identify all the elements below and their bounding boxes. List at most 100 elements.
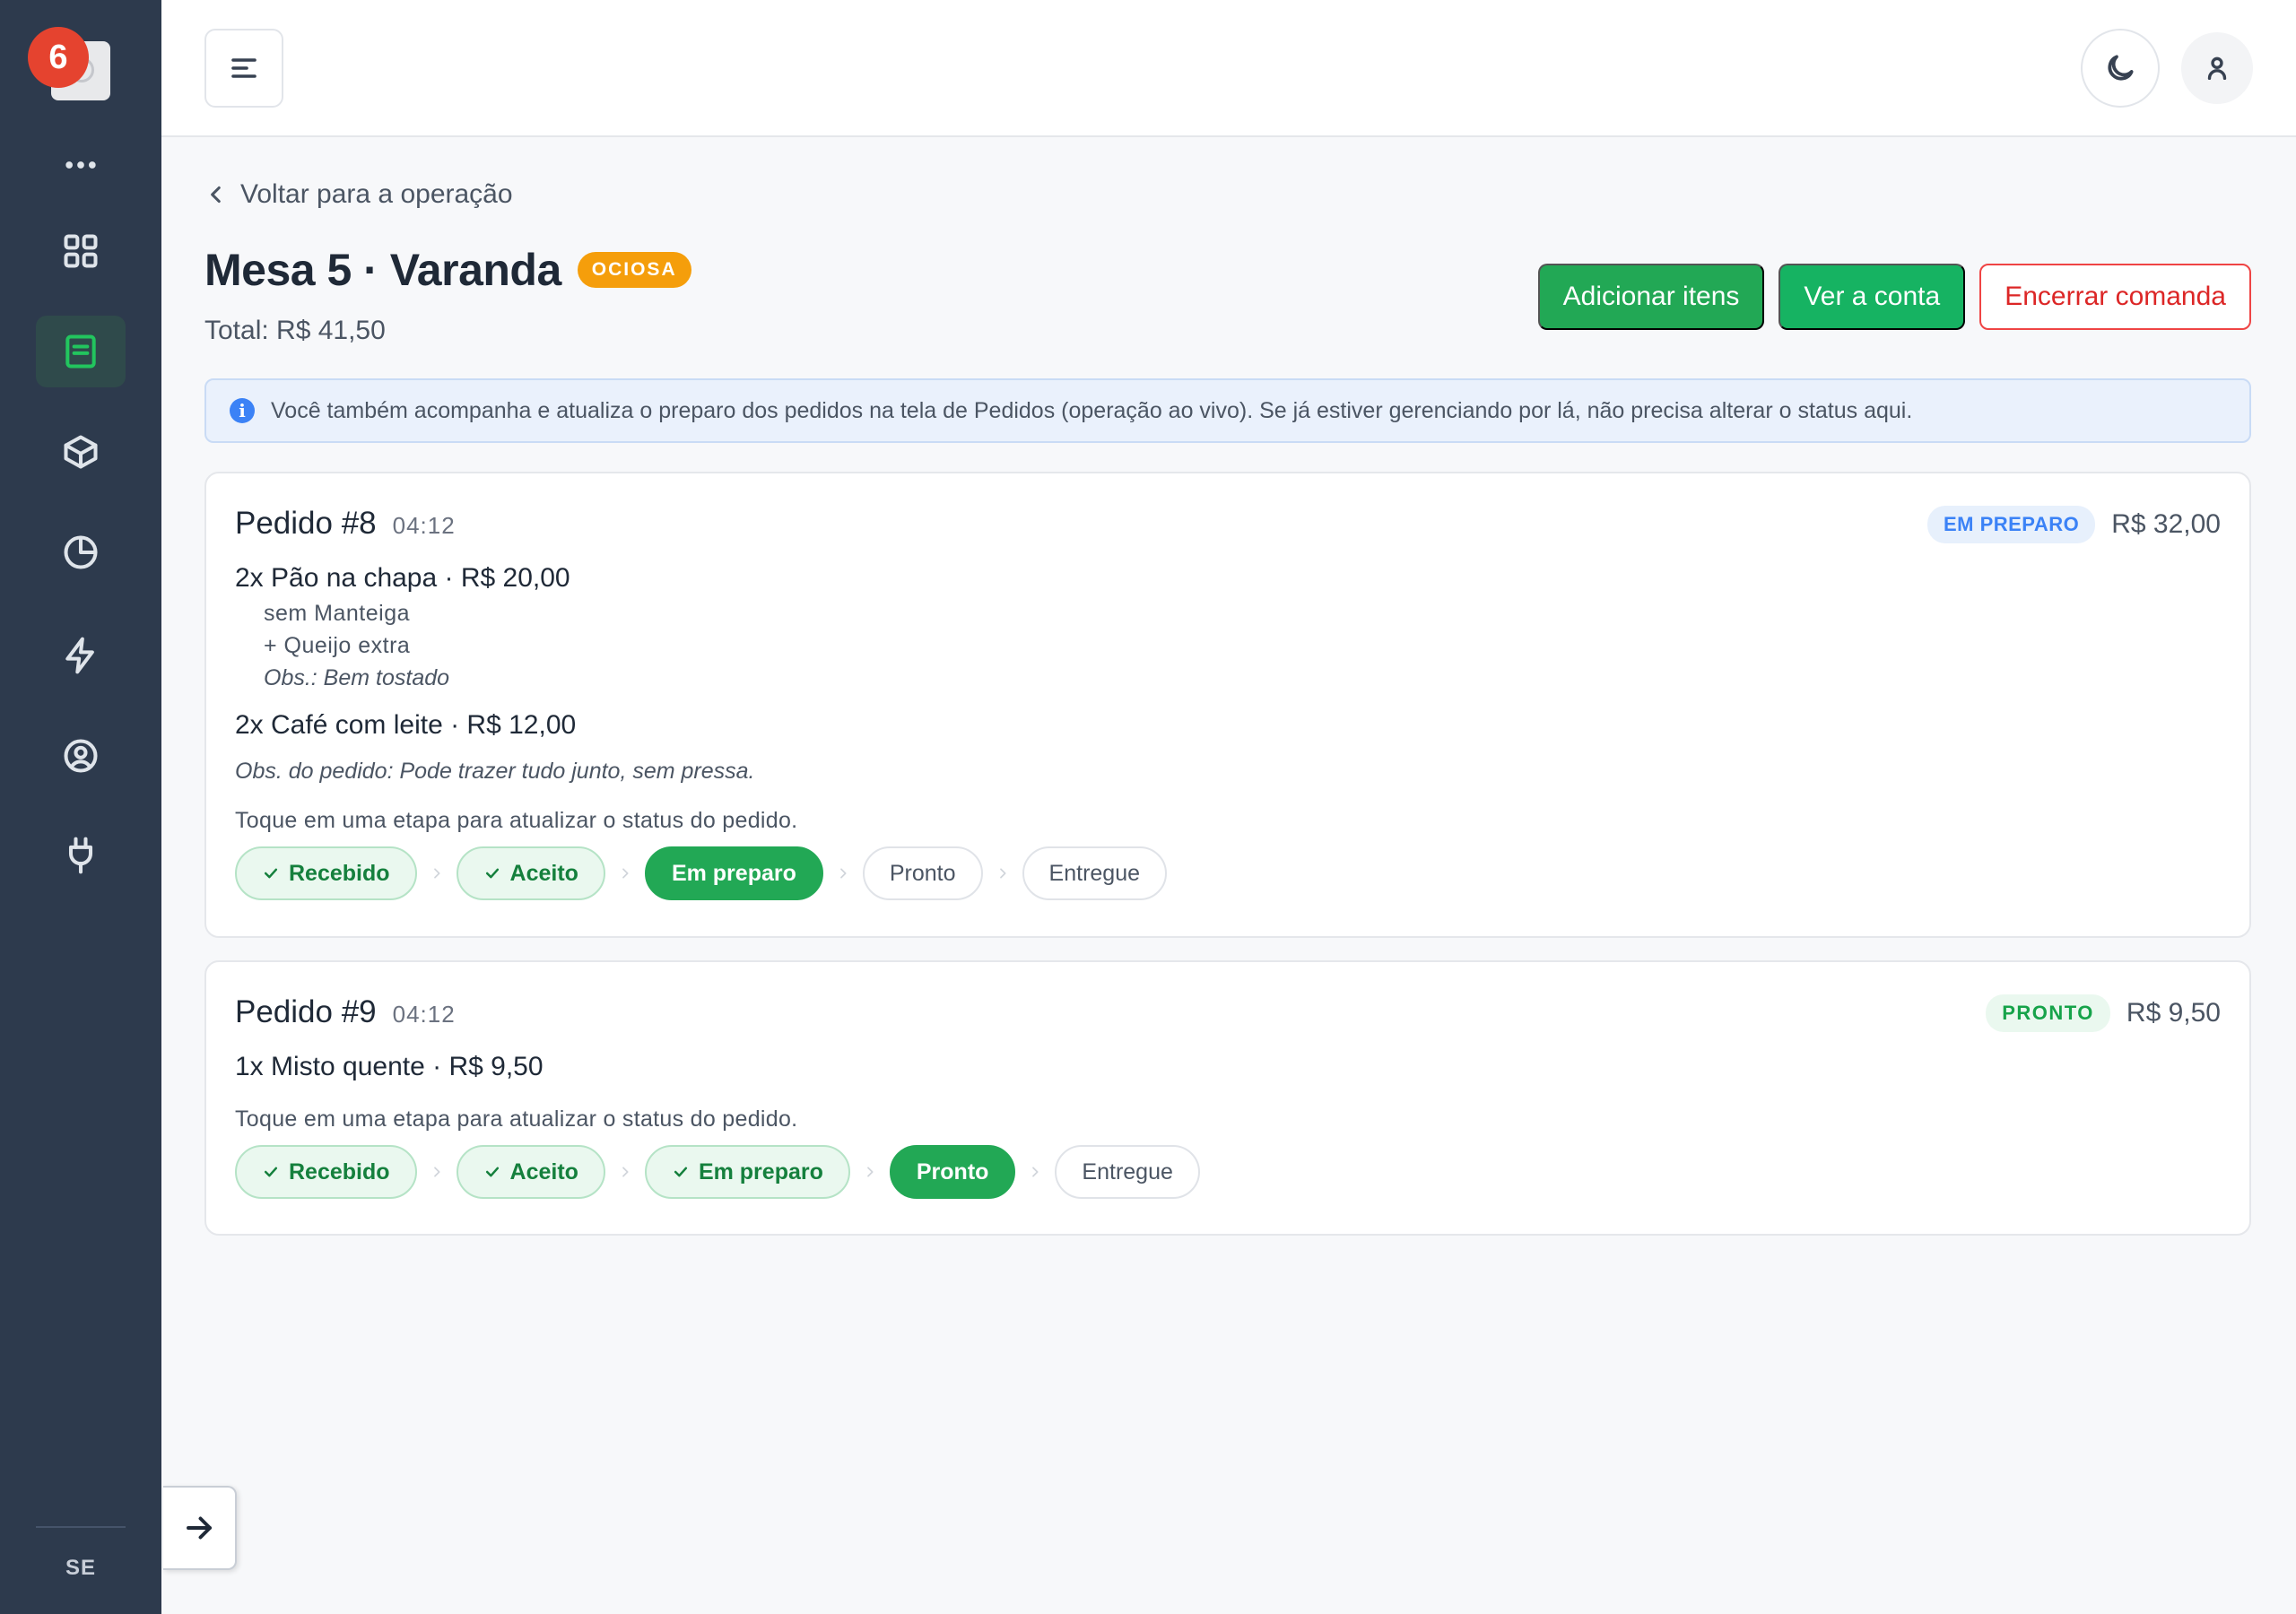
- list-icon: [65, 334, 96, 369]
- step-separator: [1015, 1165, 1055, 1179]
- table-total: Total: R$ 41,50: [204, 316, 386, 345]
- chevron-right-icon: [622, 868, 629, 879]
- step-pronto[interactable]: Pronto: [889, 1145, 1016, 1199]
- step-separator: [605, 1165, 645, 1179]
- step-separator: [823, 866, 863, 881]
- view-bill-button[interactable]: Ver a conta: [1779, 264, 1966, 330]
- item-note: Obs.: Bem tostado: [264, 665, 450, 690]
- pie-chart-icon: [64, 535, 98, 569]
- sidebar-divider: [36, 1526, 126, 1528]
- item-modifier: + Queijo extra: [264, 633, 411, 658]
- order-header: Pedido #8 04:12: [235, 506, 456, 542]
- add-items-button[interactable]: Adicionar itens: [1537, 264, 1765, 330]
- info-banner-text: Você também acompanha e atualiza o prepa…: [271, 397, 1913, 423]
- info-banner: i Você também acompanha e atualiza o pre…: [204, 378, 2251, 443]
- sidebar: 6 SE: [0, 0, 161, 1614]
- sidebar-item-automations[interactable]: [36, 620, 126, 691]
- chevron-right-icon: [1032, 1167, 1039, 1177]
- step-aceito[interactable]: Aceito: [456, 1145, 605, 1199]
- grid-icon: [64, 234, 98, 268]
- order-item: 1x Misto quente · R$ 9,50: [235, 1052, 544, 1081]
- table-status-badge: OCIOSA: [577, 252, 691, 288]
- check-icon: [674, 1167, 688, 1177]
- step-label: Recebido: [289, 860, 390, 886]
- status-hint: Toque em uma etapa para atualizar o stat…: [235, 808, 798, 833]
- user-icon: [2207, 56, 2227, 81]
- step-label: Entregue: [1082, 1158, 1173, 1184]
- step-separator: [850, 1165, 890, 1179]
- action-buttons: Adicionar itens Ver a conta Encerrar com…: [1537, 264, 2251, 330]
- step-label: Pronto: [889, 860, 956, 886]
- chevron-right-icon: [622, 1167, 629, 1177]
- chevron-right-icon: [840, 868, 847, 879]
- chevron-left-icon: [211, 186, 221, 204]
- plug-icon: [68, 837, 93, 874]
- sidebar-item-orders[interactable]: [36, 316, 126, 387]
- check-icon: [485, 868, 499, 879]
- step-recebido[interactable]: Recebido: [235, 1145, 417, 1199]
- order-status-badge: EM PREPARO: [1926, 506, 2096, 543]
- sidebar-item-integrations[interactable]: [36, 820, 126, 891]
- sidebar-item-more[interactable]: [36, 129, 126, 201]
- step-entregue[interactable]: Entregue: [1022, 846, 1168, 900]
- order-header: Pedido #9 04:12: [235, 994, 456, 1030]
- order-status-badge: PRONTO: [1986, 994, 2110, 1032]
- step-pronto[interactable]: Pronto: [862, 846, 983, 900]
- menu-toggle-button[interactable]: [204, 29, 283, 108]
- step-label: Em preparo: [698, 1158, 823, 1184]
- order-card: Pedido #8 04:12 EM PREPARO R$ 32,00 2x P…: [204, 472, 2251, 938]
- order-total: R$ 9,50: [2126, 998, 2221, 1028]
- status-stepper: Recebido Aceito Em preparo Pronto Entreg…: [235, 1145, 1200, 1199]
- order-total: R$ 32,00: [2111, 509, 2221, 539]
- sidebar-item-dashboard[interactable]: [36, 215, 126, 287]
- order-title: Pedido #8: [235, 506, 377, 541]
- user-menu-button[interactable]: [2181, 32, 2253, 104]
- step-label: Aceito: [509, 860, 578, 886]
- step-em-preparo[interactable]: Em preparo: [644, 1145, 850, 1199]
- chevron-right-icon: [999, 868, 1006, 879]
- sidebar-item-account[interactable]: [36, 720, 126, 792]
- order-title: Pedido #9: [235, 994, 377, 1029]
- back-link[interactable]: Voltar para a operação: [204, 179, 513, 210]
- status-hint: Toque em uma etapa para atualizar o stat…: [235, 1106, 798, 1132]
- notification-badge[interactable]: 6: [28, 27, 89, 88]
- step-em-preparo[interactable]: Em preparo: [644, 846, 823, 900]
- step-separator: [983, 866, 1022, 881]
- step-entregue[interactable]: Entregue: [1055, 1145, 1200, 1199]
- order-card: Pedido #9 04:12 PRONTO R$ 9,50 1x Misto …: [204, 960, 2251, 1236]
- close-tab-button[interactable]: Encerrar comanda: [1979, 264, 2251, 330]
- theme-toggle-button[interactable]: [2081, 29, 2160, 108]
- title-row: Mesa 5 · Varanda OCIOSA: [204, 244, 691, 296]
- step-label: Pronto: [916, 1158, 989, 1184]
- order-summary: PRONTO R$ 9,50: [1986, 994, 2221, 1032]
- topbar: [161, 0, 2296, 137]
- step-recebido[interactable]: Recebido: [235, 846, 417, 900]
- menu-icon: [231, 58, 257, 78]
- user-circle-icon: [64, 739, 98, 773]
- box-icon: [64, 435, 98, 469]
- order-time: 04:12: [392, 1001, 456, 1028]
- sidebar-item-products[interactable]: [36, 416, 126, 488]
- check-icon: [485, 1167, 499, 1177]
- status-stepper: Recebido Aceito Em preparo Pronto Entreg…: [235, 846, 1168, 900]
- chevron-right-icon: [867, 1167, 874, 1177]
- step-label: Aceito: [509, 1158, 578, 1184]
- sidebar-expand-button[interactable]: [163, 1486, 237, 1570]
- check-icon: [264, 868, 278, 879]
- step-aceito[interactable]: Aceito: [456, 846, 605, 900]
- check-icon: [264, 1167, 278, 1177]
- chevron-right-icon: [433, 868, 440, 879]
- step-label: Entregue: [1048, 860, 1141, 886]
- page-title: Mesa 5 · Varanda: [204, 245, 561, 295]
- step-label: Em preparo: [671, 860, 796, 886]
- order-note: Obs. do pedido: Pode trazer tudo junto, …: [235, 759, 755, 784]
- step-separator: [417, 866, 457, 881]
- info-icon: i: [230, 398, 255, 423]
- lightning-icon: [65, 637, 94, 674]
- more-horizontal-icon: [65, 161, 96, 169]
- order-item: 2x Café com leite · R$ 12,00: [235, 710, 577, 740]
- sidebar-item-reports[interactable]: [36, 516, 126, 588]
- back-link-label: Voltar para a operação: [240, 179, 513, 209]
- step-separator: [605, 866, 645, 881]
- order-summary: EM PREPARO R$ 32,00: [1926, 506, 2221, 543]
